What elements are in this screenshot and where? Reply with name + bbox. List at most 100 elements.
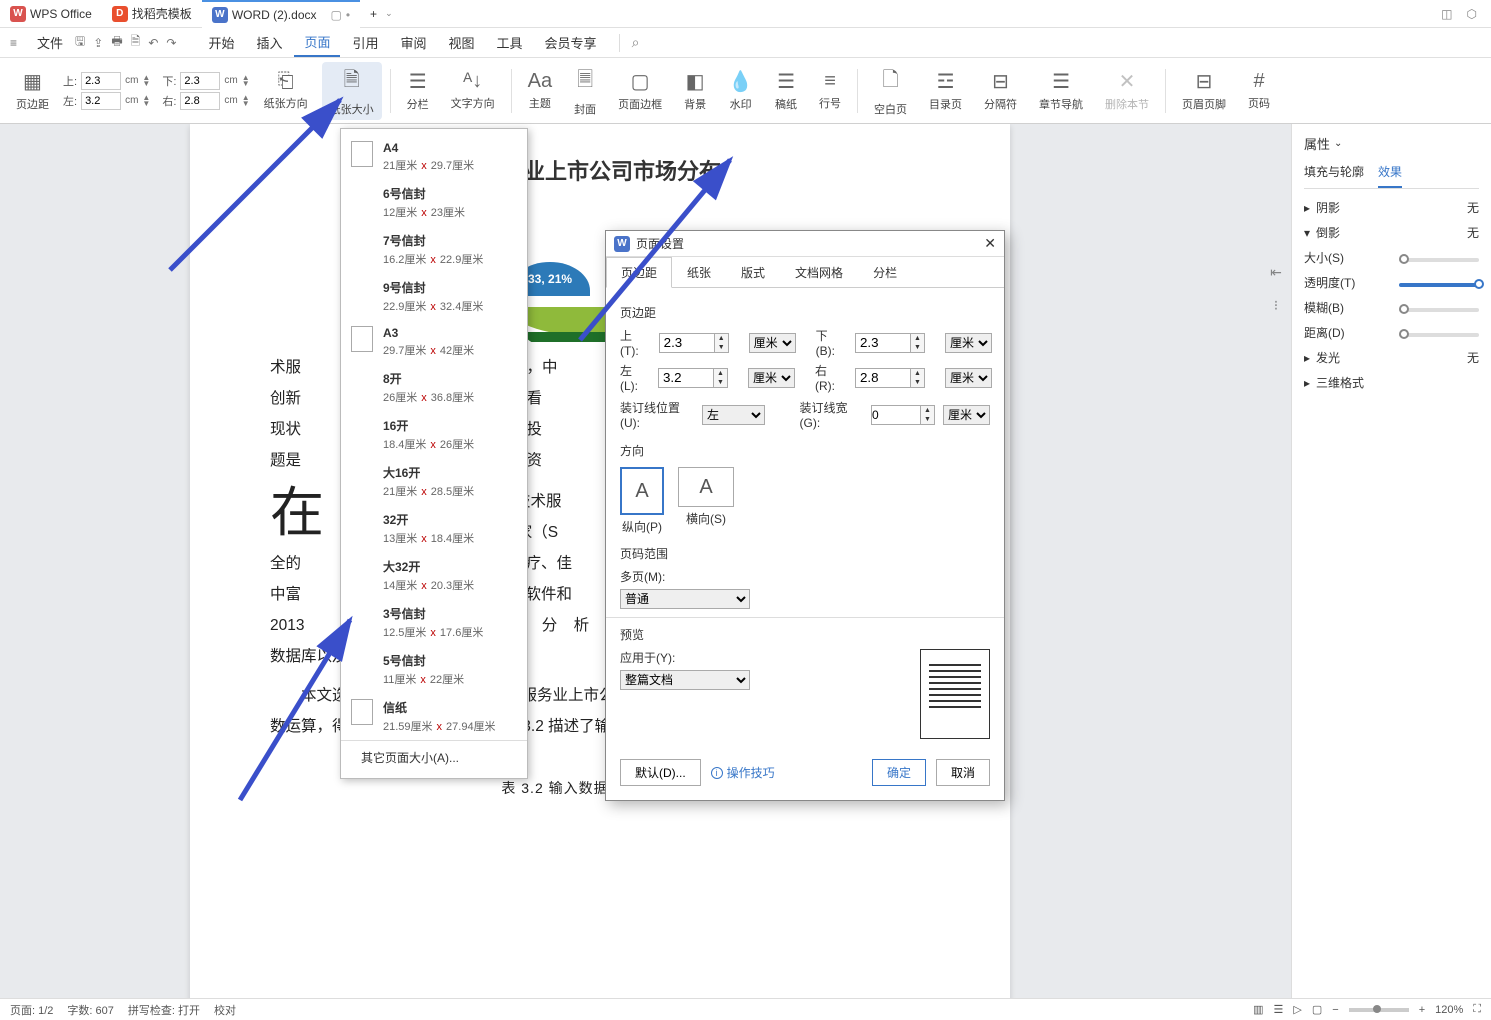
tab-grid[interactable]: 文档网格 <box>780 257 858 287</box>
ps-top-unit[interactable]: 厘米 <box>749 333 796 353</box>
tab-margins[interactable]: 页边距 <box>606 257 672 288</box>
spin-buttons[interactable]: ▲▼ <box>911 368 925 388</box>
paper-size-option[interactable]: 16开18.4厘米x26厘米 <box>341 411 527 458</box>
ps-right-unit[interactable]: 厘米 <box>945 368 992 388</box>
tab-document[interactable]: W WORD (2).docx ▢ • <box>202 0 360 28</box>
search-icon[interactable]: ⌕ <box>632 34 640 51</box>
binding-width-unit[interactable]: 厘米 <box>943 405 990 425</box>
paper-size-option[interactable]: 大16开21厘米x28.5厘米 <box>341 458 527 505</box>
redo-icon[interactable]: ↷ <box>166 36 176 50</box>
chevron-down-icon[interactable]: ⌄ <box>1334 138 1342 149</box>
ribbon-chapter-nav[interactable]: ☰章节导航 <box>1031 62 1091 120</box>
ribbon-margins[interactable]: ▦ 页边距 <box>8 62 57 120</box>
glow-none-btn[interactable]: 无 <box>1467 349 1479 366</box>
margin-bottom-input[interactable] <box>180 72 220 90</box>
ribbon-theme[interactable]: Aa主题 <box>520 62 560 120</box>
strip-expand-icon[interactable]: ⇤ <box>1270 264 1282 281</box>
view-icon[interactable]: ▥ <box>1253 1003 1263 1016</box>
shadow-none-btn[interactable]: 无 <box>1467 199 1479 216</box>
orientation-landscape[interactable]: A 横向(S) <box>678 467 734 535</box>
paper-size-option[interactable]: 6号信封12厘米x23厘米 <box>341 179 527 226</box>
paper-size-option[interactable]: 5号信封11厘米x22厘米 <box>341 646 527 693</box>
spin-buttons[interactable]: ▲▼ <box>142 75 150 87</box>
zoom-value[interactable]: 120% <box>1435 1004 1463 1016</box>
cancel-button[interactable]: 取消 <box>936 759 990 786</box>
export-icon[interactable]: ⇪ <box>93 36 103 50</box>
paper-size-option[interactable]: 32开13厘米x18.4厘米 <box>341 505 527 552</box>
ribbon-header-footer[interactable]: ⊟页眉页脚 <box>1174 62 1234 120</box>
paper-size-option[interactable]: 大32开14厘米x20.3厘米 <box>341 552 527 599</box>
menu-insert[interactable]: 插入 <box>246 29 292 56</box>
layout-icon[interactable]: ◫ <box>1441 7 1452 21</box>
paper-size-option[interactable]: 7号信封16.2厘米x22.9厘米 <box>341 226 527 273</box>
chevron-down-icon[interactable]: ⌄ <box>385 8 393 19</box>
spin-buttons[interactable]: ▲▼ <box>911 333 925 353</box>
bevel-none-btn[interactable]: 无 <box>1467 224 1479 241</box>
hamburger-icon[interactable]: ≡ <box>10 36 17 50</box>
ps-right-input[interactable] <box>855 368 911 388</box>
tab-wps-home[interactable]: W WPS Office <box>0 0 102 28</box>
paper-size-option[interactable]: 3号信封12.5厘米x17.6厘米 <box>341 599 527 646</box>
ribbon-page-number[interactable]: #页码 <box>1240 62 1278 120</box>
spin-buttons[interactable]: ▲▼ <box>242 75 250 87</box>
save-icon[interactable]: 🖫 <box>75 32 85 53</box>
undo-icon[interactable]: ↶ <box>148 36 158 50</box>
ribbon-toc[interactable]: ☲目录页 <box>921 62 970 120</box>
print-preview-icon[interactable]: 🗎 <box>131 32 141 53</box>
prop-3d-head[interactable]: ▸三维格式 <box>1304 374 1479 391</box>
tab-columns[interactable]: 分栏 <box>858 257 912 287</box>
menu-view[interactable]: 视图 <box>439 29 485 56</box>
cube-icon[interactable]: ⬡ <box>1467 7 1477 21</box>
ribbon-orientation[interactable]: ⎗ 纸张方向 <box>256 62 316 120</box>
tab-layout[interactable]: 版式 <box>726 257 780 287</box>
paper-more-sizes[interactable]: 其它页面大小(A)... <box>341 740 527 772</box>
spin-buttons[interactable]: ▲▼ <box>242 95 250 107</box>
ps-bottom-input[interactable] <box>855 333 911 353</box>
prop-shadow-head[interactable]: ▸阴影无 <box>1304 199 1479 216</box>
view-icon[interactable]: ☰ <box>1274 1003 1284 1016</box>
ribbon-lined-paper[interactable]: ☰稿纸 <box>767 62 805 120</box>
paper-size-option[interactable]: 9号信封22.9厘米x32.4厘米 <box>341 273 527 320</box>
zoom-out-icon[interactable]: − <box>1332 1004 1338 1016</box>
apply-to-select[interactable]: 整篇文档 <box>620 670 750 690</box>
status-spell[interactable]: 拼写检查: 打开 <box>128 1002 200 1018</box>
ribbon-delete-section[interactable]: ✕删除本节 <box>1097 62 1157 120</box>
menu-start[interactable]: 开始 <box>198 29 244 56</box>
ribbon-background[interactable]: ◧背景 <box>676 62 714 120</box>
spin-buttons[interactable]: ▲▼ <box>714 368 728 388</box>
ps-bottom-unit[interactable]: 厘米 <box>945 333 992 353</box>
default-button[interactable]: 默认(D)... <box>620 759 701 786</box>
spin-buttons[interactable]: ▲▼ <box>715 333 729 353</box>
ribbon-blank-page[interactable]: 🗋空白页 <box>866 62 915 120</box>
spin-buttons[interactable]: ▲▼ <box>921 405 935 425</box>
ps-top-input[interactable] <box>659 333 715 353</box>
tab-paper[interactable]: 纸张 <box>672 257 726 287</box>
props-tab-effect[interactable]: 效果 <box>1378 163 1402 188</box>
new-tab-button[interactable]: +⌄ <box>360 0 403 28</box>
paper-size-option[interactable]: 8开26厘米x36.8厘米 <box>341 364 527 411</box>
prop-bevel-head[interactable]: ▾倒影无 <box>1304 224 1479 241</box>
prop-glow-head[interactable]: ▸发光无 <box>1304 349 1479 366</box>
menu-page[interactable]: 页面 <box>294 28 340 57</box>
binding-pos-select[interactable]: 左 <box>702 405 765 425</box>
menu-tools[interactable]: 工具 <box>487 29 533 56</box>
menu-file[interactable]: 文件 <box>27 29 73 56</box>
menu-references[interactable]: 引用 <box>342 29 388 56</box>
ps-left-input[interactable] <box>658 368 714 388</box>
ribbon-separator[interactable]: ⊟分隔符 <box>976 62 1025 120</box>
tab-view-mode-icon[interactable]: ▢ <box>331 8 342 22</box>
view-icon[interactable]: ▷ <box>1293 1003 1301 1016</box>
status-proof[interactable]: 校对 <box>214 1002 236 1018</box>
ribbon-columns[interactable]: ☰分栏 <box>399 62 437 120</box>
tab-pin-icon[interactable]: • <box>346 8 350 22</box>
ribbon-cover[interactable]: 🗏封面 <box>566 62 604 120</box>
ribbon-line-number[interactable]: ≡行号 <box>811 62 849 120</box>
margin-top-input[interactable] <box>81 72 121 90</box>
operation-tips-link[interactable]: i操作技巧 <box>711 764 775 781</box>
menu-vip[interactable]: 会员专享 <box>535 29 607 56</box>
zoom-in-icon[interactable]: + <box>1419 1004 1425 1016</box>
ribbon-paper-size[interactable]: 🗎 纸张大小 <box>322 62 382 120</box>
spin-buttons[interactable]: ▲▼ <box>142 95 150 107</box>
ps-left-unit[interactable]: 厘米 <box>748 368 795 388</box>
ribbon-page-border[interactable]: ▢页面边框 <box>610 62 670 120</box>
